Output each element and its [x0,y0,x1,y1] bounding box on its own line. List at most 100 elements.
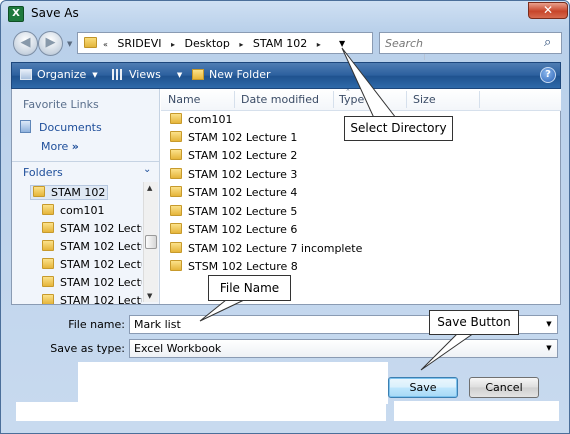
breadcrumb-desktop[interactable]: Desktop [184,37,229,50]
breadcrumb-arrow-icon[interactable]: ▸ [317,40,321,49]
tree-item[interactable]: STAM 102 Lectu [42,222,142,235]
folder-tree-scrollbar[interactable]: ▲ ▼ [143,182,158,302]
tree-item[interactable]: STAM 102 Lectu [42,258,142,271]
address-dropdown-icon[interactable]: ▼ [339,39,345,48]
tree-item-label: STAM 102 [51,186,106,199]
column-header-type[interactable]: Type [339,93,364,106]
list-item[interactable]: STAM 102 Lecture 4 [170,186,297,199]
folder-icon [170,242,182,253]
tree-item-label: com101 [60,204,105,217]
close-button[interactable]: ✕ [528,2,568,19]
list-item-label: STAM 102 Lecture 5 [188,205,298,218]
list-item-label: STAM 102 Lecture 1 [188,131,298,144]
callout-save-button: Save Button [429,310,519,335]
cancel-button[interactable]: Cancel [469,377,539,398]
list-item-label: STAM 102 Lecture 3 [188,168,298,181]
organize-icon [20,69,32,80]
list-item[interactable]: STAM 102 Lecture 1 [170,131,297,144]
new-folder-button[interactable]: New Folder [192,68,270,81]
favorite-links-heading: Favorite Links [23,98,99,111]
list-item[interactable]: STAM 102 Lecture 2 [170,149,297,162]
save-as-type-value: Excel Workbook [134,342,222,355]
save-as-type-select[interactable]: Excel Workbook ▼ [129,339,558,358]
tree-item-label: STAM 102 Lectu [60,258,142,271]
blank-panel [78,362,388,404]
folder-icon [42,204,54,215]
callout-file-name: File Name [208,275,291,301]
more-links-button[interactable]: More » [41,140,79,153]
forward-button[interactable]: ▶ [38,31,63,56]
help-icon[interactable]: ? [540,67,556,83]
folder-icon [33,186,45,197]
list-item[interactable]: STSM 102 Lecture 8 [170,260,298,273]
more-label: More [41,140,69,153]
folder-icon [42,294,54,304]
browser-content: Favorite Links Documents More » Folders … [11,88,561,305]
list-item[interactable]: com101 [170,113,233,126]
list-item[interactable]: STAM 102 Lecture 7 incomplete [170,242,362,255]
chevron-down-icon[interactable]: ⌄ [143,164,151,175]
tree-item-stam-102[interactable]: STAM 102 [30,185,109,200]
double-chevron-icon: » [71,140,79,153]
list-item[interactable]: STAM 102 Lecture 3 [170,168,297,181]
folder-icon [84,37,97,48]
search-icon[interactable]: ⌕ [544,35,551,50]
column-divider[interactable] [333,91,334,108]
documents-icon [20,120,31,133]
column-header-name[interactable]: Name [168,93,200,106]
scroll-down-icon[interactable]: ▼ [147,292,152,300]
recent-pages-dropdown[interactable]: ▼ [67,40,72,48]
tree-item[interactable]: STAM 102 Lectu [42,276,142,289]
tree-item-label: STAM 102 Lectu [60,294,142,304]
column-divider[interactable] [406,91,407,108]
back-arrow-icon: ◀ [20,35,31,50]
column-divider[interactable] [479,91,480,108]
back-button[interactable]: ◀ [13,31,38,56]
address-bar[interactable]: « SRIDEVI ▸ Desktop ▸ STAM 102 ▸ ▼ ↻ [77,32,443,60]
chevron-down-icon[interactable]: ▼ [541,316,557,333]
title-bar: X Save As ✕ [1,1,569,25]
folder-icon [42,240,54,251]
column-header-size[interactable]: Size [413,93,436,106]
excel-app-icon: X [8,6,24,22]
breadcrumb-arrow-icon[interactable]: ▸ [171,40,175,49]
list-item[interactable]: STAM 102 Lecture 6 [170,223,297,236]
list-item-label: STAM 102 Lecture 2 [188,149,298,162]
folder-icon [170,260,182,271]
breadcrumb-arrow-icon[interactable]: ▸ [239,40,243,49]
favorite-link-label: Documents [39,121,102,134]
organize-button[interactable]: Organize ▼ [20,68,98,81]
column-divider[interactable] [234,91,235,108]
new-folder-label: New Folder [209,68,271,81]
breadcrumb-overflow[interactable]: « [103,40,108,49]
chevron-down-icon: ▼ [92,71,98,79]
navigation-pane: Favorite Links Documents More » Folders … [12,89,160,304]
address-row: ◀ ▶ ▼ « SRIDEVI ▸ Desktop ▸ STAM 102 ▸ ▼… [1,27,569,61]
list-item-label: STAM 102 Lecture 6 [188,223,298,236]
breadcrumb-sridevi[interactable]: SRIDEVI [117,37,161,50]
favorite-link-documents[interactable]: Documents [20,120,102,134]
blank-panel [16,402,386,421]
breadcrumb: « SRIDEVI ▸ Desktop ▸ STAM 102 ▸ [103,37,327,50]
list-item-label: STSM 102 Lecture 8 [188,260,298,273]
folder-tree: STAM 102 com101 STAM 102 Lectu STAM 102 … [12,182,142,304]
scroll-up-icon[interactable]: ▲ [147,184,152,192]
folder-icon [170,223,182,234]
tree-item[interactable]: com101 [42,204,105,217]
column-header-date-modified[interactable]: Date modified [241,93,319,106]
chevron-down-icon[interactable]: ▼ [541,340,557,357]
scrollbar-thumb[interactable] [145,235,157,249]
folders-header[interactable]: Folders ⌄ [12,161,159,181]
views-button[interactable]: Views ▼ [112,68,182,81]
list-item[interactable]: STAM 102 Lecture 5 [170,205,297,218]
folder-icon [170,205,182,216]
views-label: Views [129,68,161,81]
tree-item[interactable]: STAM 102 Lectu [42,240,142,253]
tree-item[interactable]: STAM 102 Lectu [42,294,142,304]
search-input[interactable]: Search ⌕ [379,32,562,54]
save-button[interactable]: Save [388,377,458,398]
breadcrumb-stam-102[interactable]: STAM 102 [253,37,307,50]
tree-item-label: STAM 102 Lectu [60,240,142,253]
folder-icon [170,131,182,142]
folder-icon [170,186,182,197]
